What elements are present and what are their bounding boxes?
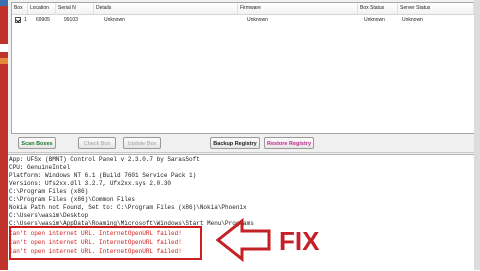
row-checkbox[interactable] (15, 17, 21, 23)
row-firmware: Unknown (247, 17, 268, 23)
backup-registry-button[interactable]: Backup Registry (210, 137, 260, 149)
log-line: App: UFSx (BMNT) Control Panel v 2.3.0.7… (9, 156, 200, 163)
column-header-box-status[interactable]: Box Status (358, 3, 398, 14)
row-details: Unknown (104, 17, 125, 23)
column-header-firmware[interactable]: Firmware (238, 3, 358, 14)
log-line: CPU: GenuineIntel (9, 164, 71, 171)
background-strip (0, 0, 8, 270)
scan-boxes-button[interactable]: Scan Boxes (18, 137, 56, 149)
restore-registry-button[interactable]: Restore Registry (264, 137, 314, 149)
log-line: C:\Users\wasim\Desktop (9, 212, 89, 219)
table-header: Box Location Serial N Details Firmware B… (12, 3, 474, 15)
row-box-status: Unknown (364, 17, 385, 23)
update-box-button[interactable]: Update Box (123, 137, 161, 149)
divider (8, 152, 474, 153)
column-header-server-status[interactable]: Server Status (398, 3, 474, 14)
control-panel-window: Box Location Serial N Details Firmware B… (8, 0, 480, 271)
box-table[interactable]: Box Location Serial N Details Firmware B… (11, 2, 475, 134)
row-location: 69905 (36, 17, 50, 23)
column-header-details[interactable]: Details (94, 3, 238, 14)
row-serial: 99103 (64, 17, 78, 23)
row-index: 1 (24, 17, 27, 23)
column-header-serial[interactable]: Serial N (56, 3, 94, 14)
error-highlight-box (9, 226, 202, 260)
log-line: C:\Program Files (x86) (9, 188, 89, 195)
log-line: Platform: Windows NT 6.1 (Build 7601 Ser… (9, 172, 197, 179)
table-row[interactable]: 1 69905 99103 Unknown Unknown Unknown Un… (12, 15, 474, 25)
log-line: Versions: Ufs2xx.dll 3.2.7, Ufx2xx.sys 2… (9, 180, 172, 187)
left-arrow-icon (216, 218, 271, 262)
log-line: Nokia Path not Found, Set to: C:\Program… (9, 204, 247, 211)
window-edge (474, 0, 480, 270)
row-server-status: Unknown (402, 17, 423, 23)
check-box-button[interactable]: Check Box (78, 137, 116, 149)
column-header-location[interactable]: Location (28, 3, 56, 14)
fix-label: FIX (279, 226, 320, 256)
column-header-box[interactable]: Box (12, 3, 28, 14)
log-line: C:\Program Files (x86)\Common Files (9, 196, 136, 203)
